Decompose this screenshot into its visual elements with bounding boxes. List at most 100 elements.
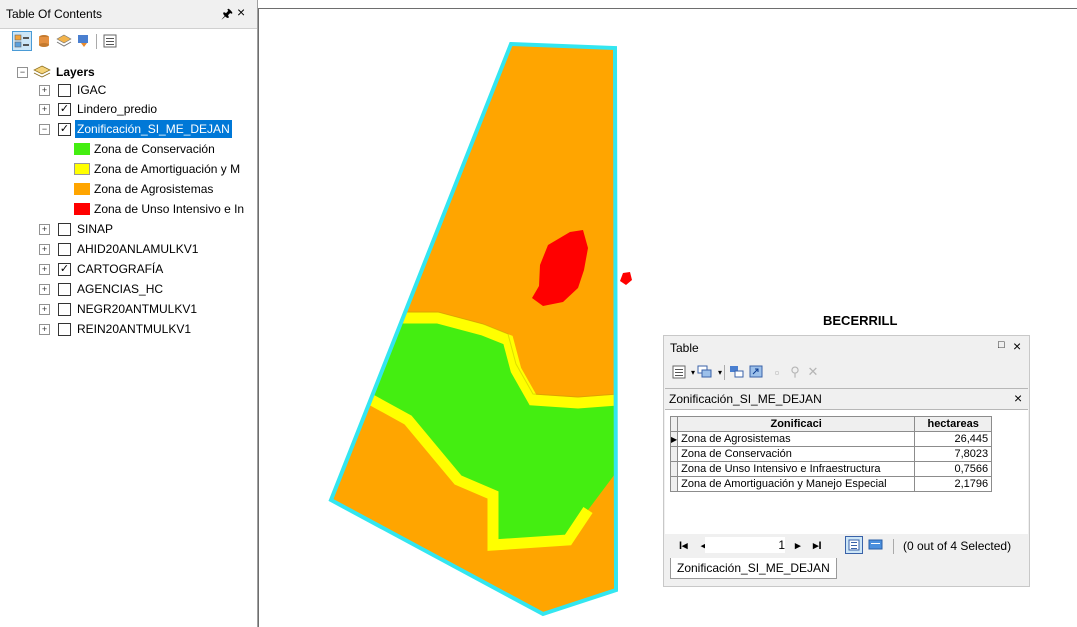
layer-visibility-checkbox[interactable] <box>58 84 71 97</box>
layers-root[interactable]: − Layers <box>0 63 257 81</box>
legend-item[interactable]: Zona de Amortiguación y M <box>0 160 257 178</box>
row-selector[interactable] <box>669 446 679 462</box>
table-navigation-bar: I◂ ◂ 1 ▸ ▸I (0 out of 4 Selected) <box>665 534 1028 558</box>
table-row[interactable]: Zona de Unso Intensivo e Infraestructura… <box>669 461 993 477</box>
table-tab[interactable]: Zonificación_SI_ME_DEJAN <box>670 558 837 579</box>
table-title-bar[interactable]: Table □ × <box>664 336 1029 358</box>
expand-icon[interactable]: + <box>39 284 50 295</box>
legend-item[interactable]: Zona de Agrosistemas <box>0 180 257 198</box>
row-selector[interactable] <box>669 476 679 492</box>
layer-row-negr[interactable]: + NEGR20ANTMULKV1 <box>0 300 257 318</box>
expand-icon[interactable]: + <box>39 85 50 96</box>
expand-icon[interactable]: + <box>39 224 50 235</box>
layer-row-zonificacion[interactable]: − ✓ Zonificación_SI_ME_DEJAN <box>0 120 257 138</box>
legend-label: Zona de Conservación <box>94 142 215 156</box>
row-selector-header[interactable] <box>669 416 679 432</box>
layer-label: REIN20ANTMULKV1 <box>77 322 192 336</box>
layer-visibility-checkbox[interactable]: ✓ <box>58 123 71 136</box>
layer-label: AGENCIAS_HC <box>77 282 164 296</box>
legend-item[interactable]: Zona de Unso Intensivo e In <box>0 200 257 218</box>
layer-label: Lindero_predio <box>77 102 158 116</box>
options-icon[interactable] <box>100 31 120 51</box>
layer-row-sinap[interactable]: + SINAP <box>0 220 257 238</box>
expand-icon[interactable]: + <box>39 324 50 335</box>
switch-selection-icon[interactable] <box>748 363 766 381</box>
expand-icon[interactable]: + <box>39 264 50 275</box>
collapse-icon[interactable]: − <box>17 67 28 78</box>
legend-item[interactable]: Zona de Conservación <box>0 140 257 158</box>
maximize-button[interactable]: □ <box>998 339 1005 351</box>
current-row-indicator-icon[interactable]: ▶ <box>669 431 679 447</box>
first-record-button[interactable]: I◂ <box>679 539 688 552</box>
next-record-button[interactable]: ▸ <box>795 539 801 552</box>
table-layer-bar: Zonificación_SI_ME_DEJAN × <box>665 388 1028 410</box>
delete-selected-icon[interactable]: ✕ <box>804 363 822 381</box>
legend-label: Zona de Amortiguación y M <box>94 162 241 176</box>
collapse-icon[interactable]: − <box>39 124 50 135</box>
zoom-to-selected-icon[interactable]: ⚲ <box>786 363 804 381</box>
layer-label: AHID20ANLAMULKV1 <box>77 242 199 256</box>
layer-visibility-checkbox[interactable] <box>58 283 71 296</box>
row-selector[interactable] <box>669 461 679 477</box>
layers-root-label: Layers <box>56 65 95 79</box>
attribute-table-window: Table □ × ▾ ▾ ▫ ⚲ ✕ Zonificación_SI_ME_D… <box>663 335 1030 587</box>
expand-icon[interactable]: + <box>39 304 50 315</box>
pin-icon[interactable]: 🖈 <box>221 5 233 27</box>
show-all-records-icon[interactable] <box>845 536 863 554</box>
expand-icon[interactable]: + <box>39 244 50 255</box>
cell-zone[interactable]: Zona de Agrosistemas <box>677 431 916 447</box>
clear-selection-icon[interactable]: ▫ <box>768 363 786 381</box>
layer-row-agencias[interactable]: + AGENCIAS_HC <box>0 280 257 298</box>
expand-icon[interactable]: + <box>39 104 50 115</box>
legend-label: Zona de Agrosistemas <box>94 182 214 196</box>
last-record-button[interactable]: ▸I <box>813 539 822 552</box>
layer-row-rein[interactable]: + REIN20ANTMULKV1 <box>0 320 257 338</box>
layer-row-igac[interactable]: + IGAC <box>0 81 257 99</box>
list-by-visibility-icon[interactable] <box>54 31 74 51</box>
layer-row-cartografia[interactable]: + ✓ CARTOGRAFÍA <box>0 260 257 278</box>
layer-label: IGAC <box>77 83 107 97</box>
layer-row-lindero-predio[interactable]: + ✓ Lindero_predio <box>0 100 257 118</box>
legend-swatch <box>74 183 90 195</box>
list-by-selection-icon[interactable] <box>74 31 94 51</box>
cell-hectareas[interactable]: 2,1796 <box>914 476 993 492</box>
table-of-contents-pane: Table Of Contents 🖈 × − Layers + IGAC + … <box>0 0 258 627</box>
cell-zone[interactable]: Zona de Unso Intensivo e Infraestructura <box>677 461 916 477</box>
column-header-zonificaci[interactable]: Zonificaci <box>677 416 916 432</box>
layer-visibility-checkbox[interactable]: ✓ <box>58 103 71 116</box>
cell-hectareas[interactable]: 26,445 <box>914 431 993 447</box>
list-by-drawing-order-icon[interactable] <box>12 31 32 51</box>
table-row[interactable]: Zona de Conservación 7,8023 <box>669 446 993 462</box>
layer-visibility-checkbox[interactable] <box>58 243 71 256</box>
attribute-table: Zonificaci hectareas ▶ Zona de Agrosiste… <box>669 416 993 492</box>
legend-swatch <box>74 143 90 155</box>
list-by-source-icon[interactable] <box>34 31 54 51</box>
table-layer-close-button[interactable]: × <box>1014 390 1022 406</box>
layer-label-selected: Zonificación_SI_ME_DEJAN <box>75 120 232 138</box>
layer-label: SINAP <box>77 222 114 236</box>
layer-visibility-checkbox[interactable] <box>58 223 71 236</box>
table-close-button[interactable]: × <box>1013 338 1021 354</box>
layer-row-ahid[interactable]: + AHID20ANLAMULKV1 <box>0 240 257 258</box>
record-number-field[interactable]: 1 <box>705 537 785 553</box>
toc-close-button[interactable]: × <box>237 4 245 20</box>
chevron-down-icon[interactable]: ▾ <box>711 363 729 381</box>
layer-label: NEGR20ANTMULKV1 <box>77 302 198 316</box>
show-selected-records-icon[interactable] <box>867 536 885 554</box>
cell-hectareas[interactable]: 7,8023 <box>914 446 993 462</box>
table-row[interactable]: ▶ Zona de Agrosistemas 26,445 <box>669 431 993 447</box>
map-frame-left <box>258 8 259 627</box>
layer-visibility-checkbox[interactable] <box>58 303 71 316</box>
table-row[interactable]: Zona de Amortiguación y Manejo Especial … <box>669 476 993 492</box>
column-header-hectareas[interactable]: hectareas <box>914 416 993 432</box>
cell-zone[interactable]: Zona de Conservación <box>677 446 916 462</box>
select-by-attributes-icon[interactable] <box>728 363 746 381</box>
legend-label: Zona de Unso Intensivo e In <box>94 202 245 216</box>
layer-visibility-checkbox[interactable] <box>58 323 71 336</box>
cell-hectareas[interactable]: 0,7566 <box>914 461 993 477</box>
layer-visibility-checkbox[interactable]: ✓ <box>58 263 71 276</box>
map-caption: BECERRILL <box>823 313 898 328</box>
table-layer-name: Zonificación_SI_ME_DEJAN <box>669 392 822 406</box>
cell-zone[interactable]: Zona de Amortiguación y Manejo Especial <box>677 476 916 492</box>
zone-intensivo-small[interactable] <box>620 272 632 285</box>
